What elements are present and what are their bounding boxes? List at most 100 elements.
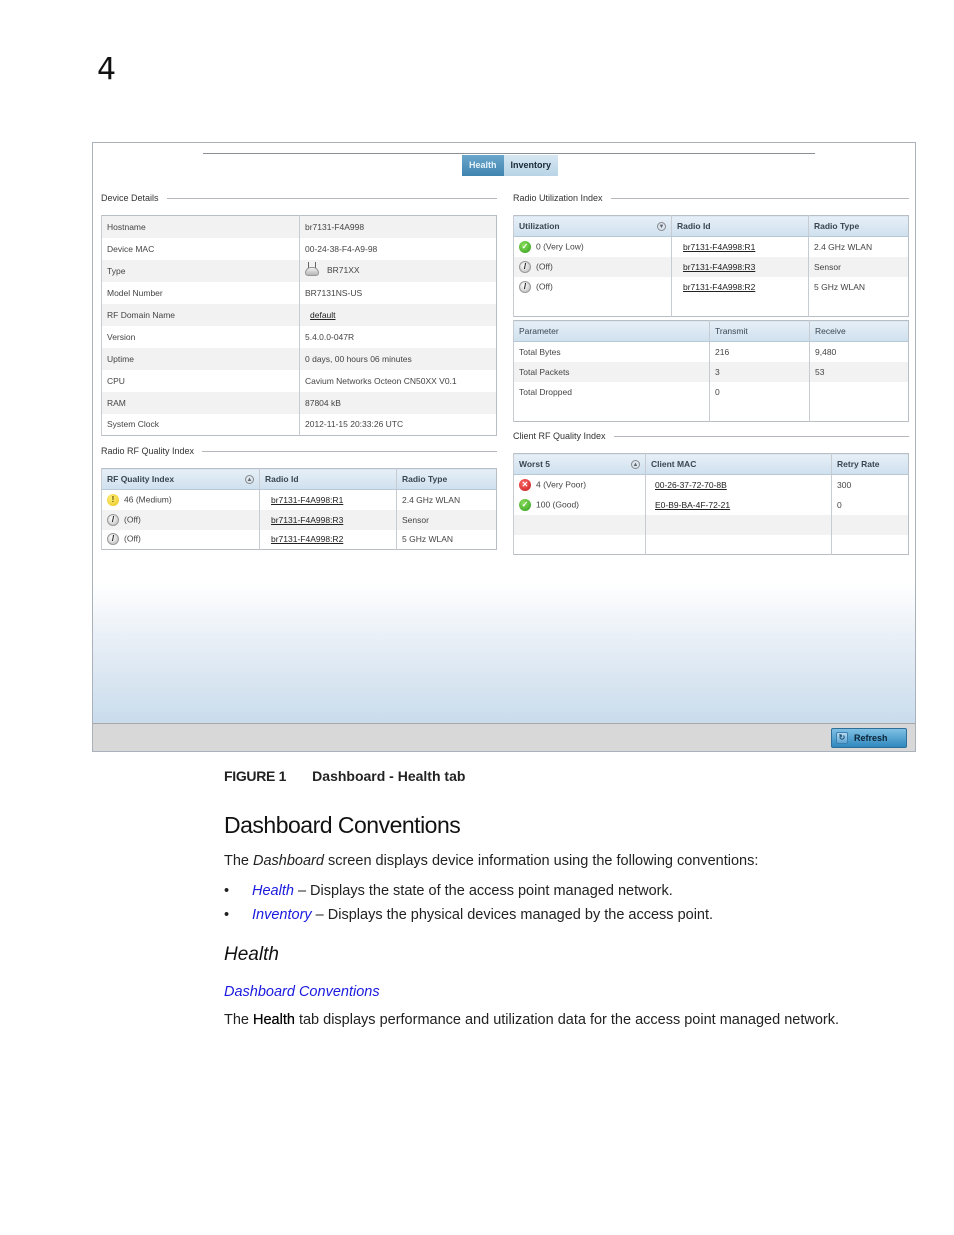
client-mac-link[interactable]: 00-26-37-72-70-8B [655,480,727,490]
inventory-link[interactable]: Inventory [252,907,312,923]
detail-value: 00-24-38-F4-A9-98 [305,243,378,254]
radio-id-link[interactable]: br7131-F4A998:R1 [683,242,755,252]
detail-label: Device MAC [101,237,300,260]
client-mac-link[interactable]: E0-B9-BA-4F-72-21 [655,500,730,510]
column-header-worst5[interactable]: Worst 5 ▲ [513,453,646,475]
column-header-client-mac[interactable]: Client MAC [645,453,832,475]
header-label: Worst 5 [519,459,551,469]
column-header-radio-type[interactable]: Radio Type [396,468,497,490]
header-label: RF Quality Index [107,474,175,484]
detail-value: br7131-F4A998 [305,221,365,232]
figure-caption: FIGURE 1 Dashboard - Health tab [224,768,465,784]
column-header-radio-id[interactable]: Radio Id [259,468,397,490]
radio-id-link[interactable]: br7131-F4A998:R2 [271,534,343,544]
column-header-transmit[interactable]: Transmit [709,320,810,342]
list-item: • Inventory – Displays the physical devic… [224,904,713,928]
radio-id-link[interactable]: br7131-F4A998:R2 [683,282,755,292]
column-header-rf-quality[interactable]: RF Quality Index ▲ [101,468,260,490]
sort-up-icon[interactable]: ▲ [631,460,640,469]
subsection-heading: Health [224,944,279,965]
device-details-table: Hostname br7131-F4A998 Device MAC 00-24-38-… [101,215,497,436]
detail-value-cell: 00-24-38-F4-A9-98 [299,237,497,260]
header-label: Utilization [519,221,560,231]
intro-emphasis: Dashboard [253,853,324,869]
transmit-cell: 216 [709,341,810,362]
detail-value: 87804 kB [305,397,341,408]
status-value: 0 (Very Low) [536,241,584,251]
list-item: • Health – Displays the state of the acce… [224,880,713,904]
column-header-receive[interactable]: Receive [809,320,909,342]
figure-title: Dashboard - Health tab [312,768,466,784]
status-cell: ✓ 0 (Very Low) [513,236,672,257]
tab-inventory[interactable]: Inventory [503,155,559,176]
radio-type-cell: 2.4 GHz WLAN [808,236,909,257]
status-value: (Off) [536,260,553,271]
sort-up-icon[interactable]: ▲ [245,475,254,484]
health-link[interactable]: Health [252,883,294,899]
refresh-button[interactable]: ↻ Refresh [831,728,907,748]
retry-rate-cell: 300 [831,474,909,495]
dashboard-conventions-link[interactable]: Dashboard Conventions [224,984,380,1000]
column-header-retry-rate[interactable]: Retry Rate [831,453,909,475]
table-row: CPU Cavium Networks Octeon CN50XX V0.1 [101,369,497,392]
status-ok-icon: ✓ [519,240,531,253]
table-row: Total Dropped 0 [513,381,909,402]
back-link-line: Dashboard Conventions [224,984,380,1000]
detail-value-cell: Cavium Networks Octeon CN50XX V0.1 [299,369,497,392]
radio-type-cell: 5 GHz WLAN [396,529,497,550]
body-text: The [224,1012,254,1028]
bottom-toolbar: ↻ Refresh [93,723,915,751]
detail-label: Type [101,259,300,282]
transmit-cell: 3 [709,361,810,382]
detail-value-cell: default [299,303,497,326]
conventions-list: • Health – Displays the state of the acce… [224,880,713,928]
radio-id-link[interactable]: br7131-F4A998:R3 [271,515,343,525]
body-bold: Health [253,1012,295,1028]
radio-id-cell: br7131-F4A998:R2 [259,529,397,550]
radio-off-icon: / [519,280,531,293]
radio-id-link[interactable]: br7131-F4A998:R3 [683,262,755,272]
detail-label: CPU [101,369,300,392]
radio-off-icon: / [107,513,119,526]
radio-rf-quality-title: Radio RF Quality Index [101,446,497,456]
column-header-radio-type[interactable]: Radio Type [808,215,909,237]
status-cell: ! 46 (Medium) [101,489,260,510]
body-text: tab displays performance and utilization… [294,1012,839,1028]
access-point-icon [305,261,319,276]
column-header-utilization[interactable]: Utilization ▼ [513,215,672,237]
column-header-parameter[interactable]: Parameter [513,320,710,342]
client-mac-cell: 00-26-37-72-70-8B [645,474,832,495]
status-warning-icon: ! [107,493,119,506]
client-rf-quality-label: Client RF Quality Index [513,431,606,441]
client-rf-quality-table: Worst 5 ▲ Client MAC Retry Rate ✕ 4 (Very … [513,453,909,555]
status-value: 4 (Very Poor) [536,479,587,489]
radio-type-cell: Sensor [396,509,497,530]
empty-row [513,534,909,555]
table-row: Total Bytes 216 9,480 [513,341,909,362]
detail-label: System Clock [101,413,300,436]
status-value: (Off) [536,280,553,291]
column-header-radio-id[interactable]: Radio Id [671,215,809,237]
radio-id-link[interactable]: br7131-F4A998:R1 [271,495,343,505]
sort-down-icon[interactable]: ▼ [657,222,666,231]
detail-value-cell: 2012-11-15 20:33:26 UTC [299,413,497,436]
status-value: (Off) [124,513,141,524]
radio-id-cell: br7131-F4A998:R1 [671,236,809,257]
radio-off-icon: / [107,533,119,546]
table-row: ✕ 4 (Very Poor) 00-26-37-72-70-8B 300 [513,474,909,495]
rf-domain-link[interactable]: default [310,310,336,320]
detail-label: Hostname [101,215,300,238]
list-item-text: – Displays the state of the access point… [293,883,673,899]
radio-rf-quality-table: RF Quality Index ▲ Radio Id Radio Type ! 4… [101,468,497,550]
table-row: Hostname br7131-F4A998 [101,215,497,238]
table-row: Version 5.4.0.0-047R [101,325,497,348]
detail-value: BR7131NS-US [305,287,363,298]
detail-value: 5.4.0.0-047R [305,331,355,342]
detail-label: Version [101,325,300,348]
table-row: ✓ 100 (Good) E0-B9-BA-4F-72-21 0 [513,494,909,515]
receive-cell: 9,480 [809,341,909,362]
status-cell: / (Off) [101,529,260,550]
table-row: ✓ 0 (Very Low) br7131-F4A998:R1 2.4 GHz WLA… [513,236,909,257]
table-row: / (Off) br7131-F4A998:R2 5 GHz WLAN [101,529,497,550]
tab-health[interactable]: Health [462,155,504,176]
